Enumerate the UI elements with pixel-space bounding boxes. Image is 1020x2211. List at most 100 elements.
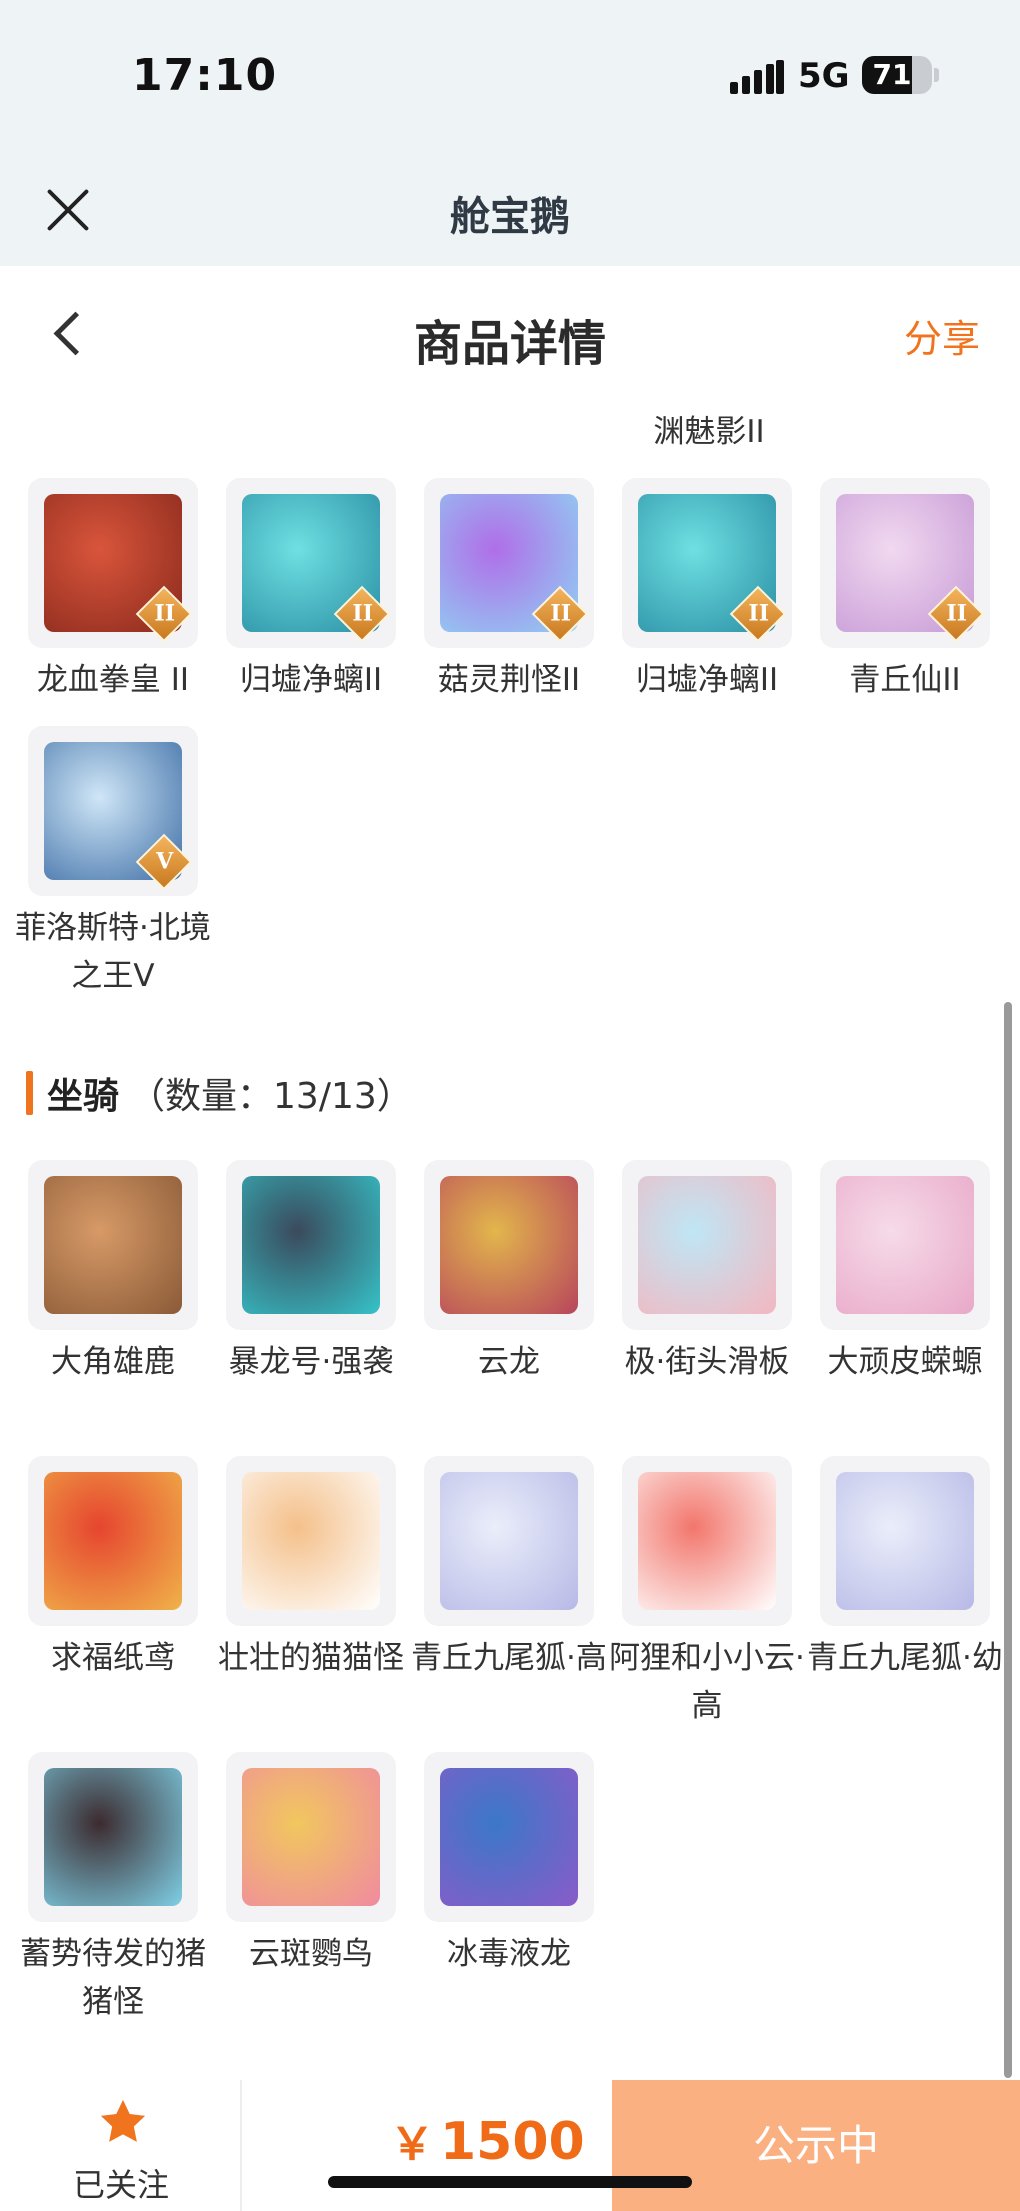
mount-item[interactable]: 壮壮的猫猫怪 [212,1456,410,1682]
price: ￥ 1500 [390,2108,585,2172]
item-thumbnail [622,1160,792,1330]
item-name: 求福纸鸢 [51,1640,175,1676]
item-name: 极·街头滑板 [624,1344,790,1380]
mount-item[interactable]: 云斑鹦鸟 [212,1752,410,1978]
item-thumbnail [226,1160,396,1330]
tier-badge-label: II [154,600,176,627]
item-image [638,1176,776,1314]
item-thumbnail [28,1456,198,1626]
item-thumbnail [226,1456,396,1626]
mount-item[interactable]: 云龙 [410,1160,608,1386]
item-thumbnail [424,1456,594,1626]
tier-badge-label: II [748,600,770,627]
mount-item[interactable]: 求福纸鸢 [14,1456,212,1682]
item-thumbnail: V [28,726,198,896]
battery-level: 71 [872,58,912,91]
item-name: 冰毒液龙 [447,1936,571,1972]
currency-symbol: ￥ [390,2119,434,2170]
item-image [836,1472,974,1610]
skin-item[interactable]: V 菲洛斯特·北境之王V [14,726,212,1000]
skin-item[interactable]: II 归墟净螭II [212,478,410,704]
item-name: 大角雄鹿 [51,1344,175,1380]
star-icon [100,2099,146,2142]
item-image [440,1176,578,1314]
item-name: 暴龙号·强袭 [228,1344,394,1380]
skin-item[interactable]: II 青丘仙II [806,478,1004,704]
item-name: 菲洛斯特·北境之王V [15,910,211,994]
section-accent-bar [26,1071,33,1115]
item-thumbnail [28,1160,198,1330]
item-image [836,1176,974,1314]
follow-button[interactable]: 已关注 [0,2080,242,2211]
item-name: 阿狸和小小云·高 [609,1640,805,1724]
item-thumbnail [820,1160,990,1330]
truncated-item-label: 渊魅影II [653,414,765,450]
item-thumbnail [424,1752,594,1922]
item-image [440,1472,578,1610]
mount-item[interactable]: 青丘九尾狐·幼 [806,1456,1004,1682]
skin-item[interactable]: II 归墟净螭II [608,478,806,704]
follow-label: 已关注 [72,2166,169,2204]
item-image [44,1768,182,1906]
item-thumbnail [226,1752,396,1922]
item-thumbnail [28,1752,198,1922]
tier-badge-label: II [550,600,572,627]
item-name: 蓄势待发的猪猪怪 [20,1936,206,2020]
page-title: 商品详情 [413,316,606,372]
page-nav: 商品详情 分享 [0,266,1020,400]
app-title: 舱宝鹅 [450,194,570,240]
status-time: 17:10 [132,50,278,101]
item-thumbnail: II [622,478,792,648]
tier-badge-label: II [946,600,968,627]
item-thumbnail [820,1456,990,1626]
tier-badge-label: II [352,600,374,627]
item-name: 归墟净螭II [635,662,779,698]
mount-item[interactable]: 蓄势待发的猪猪怪 [14,1752,212,2026]
item-image [242,1472,380,1610]
item-name: 云龙 [478,1344,540,1380]
mount-item[interactable]: 阿狸和小小云·高 [608,1456,806,1730]
home-indicator [328,2176,692,2188]
skin-item[interactable]: II 菇灵荆怪II [410,478,608,704]
item-name: 青丘九尾狐·高 [411,1640,607,1676]
item-image [242,1768,380,1906]
share-button[interactable]: 分享 [904,308,980,363]
mount-item[interactable]: 暴龙号·强袭 [212,1160,410,1386]
scrollbar[interactable] [1004,1002,1012,2078]
item-thumbnail: II [226,478,396,648]
signal-icon [730,60,784,94]
item-thumbnail: II [820,478,990,648]
item-thumbnail: II [424,478,594,648]
item-name: 龙血拳皇 II [36,662,190,698]
mount-item[interactable]: 大顽皮蝾螈 [806,1160,1004,1386]
skin-item[interactable]: II 龙血拳皇 II [14,478,212,704]
bottom-bar: 已关注 ￥ 1500 公示中 [0,2080,1020,2211]
item-image [44,1176,182,1314]
item-image [242,1176,380,1314]
item-name: 大顽皮蝾螈 [827,1344,983,1380]
network-type: 5G [798,56,850,96]
tier-badge-label: V [156,848,174,875]
battery-tip [934,68,939,82]
item-name: 菇灵荆怪II [437,662,581,698]
app-header: 17:10 5G 71 舱宝鹅 [0,0,1020,266]
item-image [440,1768,578,1906]
status-button[interactable]: 公示中 [612,2080,1020,2211]
mount-item[interactable]: 冰毒液龙 [410,1752,608,1978]
item-name: 云斑鹦鸟 [249,1936,373,1972]
mounts-section-header: 坐骑 （数量：13/13） [26,1068,413,1118]
item-image [638,1472,776,1610]
section-count: （数量：13/13） [129,1076,413,1117]
mount-item[interactable]: 大角雄鹿 [14,1160,212,1386]
mount-item[interactable]: 青丘九尾狐·高 [410,1456,608,1682]
item-thumbnail [424,1160,594,1330]
battery-icon: 71 [862,56,932,94]
item-name: 壮壮的猫猫怪 [218,1640,404,1676]
mount-item[interactable]: 极·街头滑板 [608,1160,806,1386]
item-image [44,1472,182,1610]
price-value: 1500 [440,2112,585,2172]
section-title: 坐骑 [47,1076,120,1117]
item-name: 青丘仙II [849,662,961,698]
item-name: 青丘九尾狐·幼 [807,1640,1003,1676]
item-thumbnail [622,1456,792,1626]
